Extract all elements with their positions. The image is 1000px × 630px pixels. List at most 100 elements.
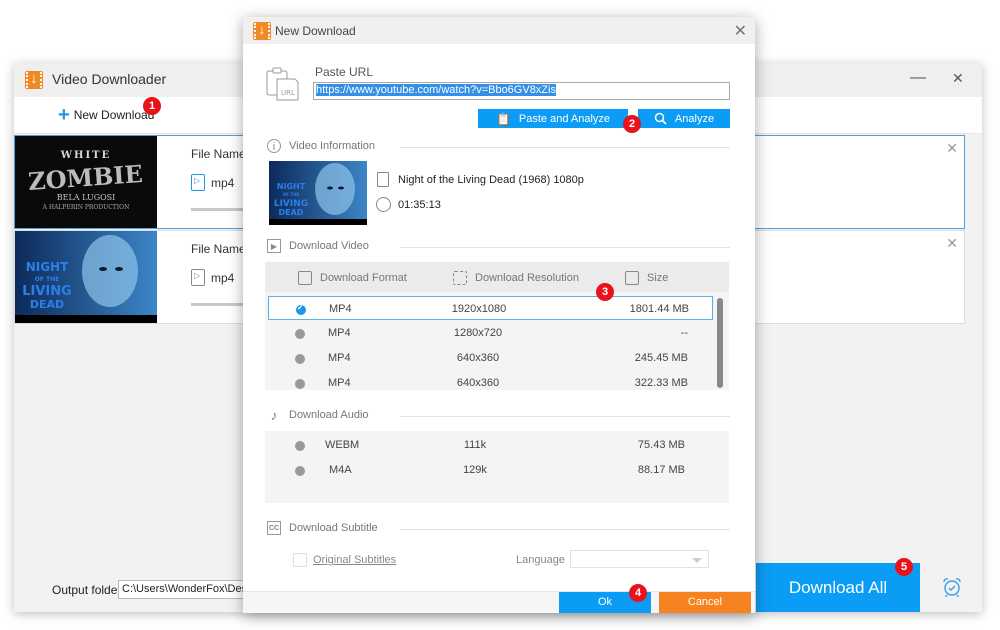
radio-icon xyxy=(295,354,305,364)
file-name-label: File Name: xyxy=(191,147,250,161)
column-header-format: Download Format xyxy=(298,271,407,285)
remove-task-button[interactable]: ✕ xyxy=(946,140,958,157)
audio-format-table: WEBM 111k 75.43 MB M4A 129k 88.17 MB xyxy=(265,431,729,503)
video-info-thumbnail: NIGHT OF THE LIVING DEAD xyxy=(269,161,367,225)
app-logo-icon: ↓ xyxy=(253,21,271,40)
language-label: Language xyxy=(516,554,565,566)
video-file-icon xyxy=(191,269,205,286)
video-format-icon xyxy=(298,271,312,285)
download-subtitle-label: Download Subtitle xyxy=(289,522,378,534)
size-cell: 88.17 MB xyxy=(637,464,685,476)
download-video-label: Download Video xyxy=(289,240,369,252)
format-label: mp4 xyxy=(211,270,235,285)
svg-text:OF THE: OF THE xyxy=(283,192,300,197)
size-cell: 75.43 MB xyxy=(637,439,685,451)
new-download-label: New Download xyxy=(73,108,155,122)
svg-text:DEAD: DEAD xyxy=(30,298,64,311)
svg-text:A HALPERIN PRODUCTION: A HALPERIN PRODUCTION xyxy=(42,204,130,211)
app-logo-icon: ↓ xyxy=(25,70,43,89)
step-badge-2: 2 xyxy=(623,115,641,133)
step-badge-3: 3 xyxy=(596,283,614,301)
bitrate-cell: 129k xyxy=(463,464,487,476)
column-header-size: Size xyxy=(625,271,668,285)
video-format-table: Download Format Download Resolution Size… xyxy=(265,262,729,390)
closed-caption-icon: CC xyxy=(267,521,281,535)
resolution-cell: 640x360 xyxy=(456,352,500,364)
download-video-header: ▶ Download Video xyxy=(267,239,369,253)
step-badge-5: 5 xyxy=(895,558,913,576)
analyze-button[interactable]: Analyze xyxy=(638,109,730,128)
window-title: Video Downloader xyxy=(52,71,167,87)
film-icon: ▶ xyxy=(267,239,281,253)
video-thumbnail: WHITE ZOMBIE BELA LUGOSI A HALPERIN PROD… xyxy=(15,136,157,228)
format-cell: MP4 xyxy=(328,327,351,339)
cancel-button[interactable]: Cancel xyxy=(659,592,751,613)
video-format-row[interactable]: MP4 640x360 322.33 MB xyxy=(268,371,713,390)
video-thumbnail: NIGHT OF THE LIVING DEAD xyxy=(15,231,157,323)
close-window-button[interactable]: ✕ xyxy=(952,70,964,87)
new-download-dialog: ↓ New Download ✕ URL Paste URL https://w… xyxy=(243,17,755,613)
video-table-scrollbar[interactable] xyxy=(717,298,723,388)
format-cell: MP4 xyxy=(328,377,351,389)
size-cell: 322.33 MB xyxy=(634,377,688,389)
svg-text:LIVING: LIVING xyxy=(22,284,72,299)
url-clipboard-icon: URL xyxy=(265,67,299,101)
music-note-icon: ♪ xyxy=(270,407,278,423)
video-format-row[interactable]: MP4 640x360 245.45 MB xyxy=(268,346,713,370)
info-icon: i xyxy=(267,139,281,153)
format-label: mp4 xyxy=(211,175,235,190)
paste-and-analyze-button[interactable]: 📋 Paste and Analyze xyxy=(478,109,628,128)
download-audio-header: ♪ Download Audio xyxy=(267,408,369,422)
format-cell: M4A xyxy=(329,464,352,476)
video-format-row[interactable]: MP4 1280x720 -- xyxy=(268,321,713,345)
plus-icon: + xyxy=(58,104,70,126)
column-label: Download Resolution xyxy=(475,272,579,284)
format-cell: MP4 xyxy=(329,303,352,315)
video-file-icon xyxy=(191,174,205,191)
output-folder-input[interactable]: C:\Users\WonderFox\Desktop xyxy=(118,580,258,599)
selected-radio-icon xyxy=(296,303,306,315)
progress-bar xyxy=(191,208,251,211)
clock-icon xyxy=(376,197,391,212)
column-label: Download Format xyxy=(320,272,407,284)
svg-text:WHITE: WHITE xyxy=(60,150,111,161)
clipboard-search-icon: 📋 xyxy=(495,111,511,126)
original-subtitles-link[interactable]: Original Subtitles xyxy=(313,554,396,566)
download-audio-label: Download Audio xyxy=(289,409,369,421)
dialog-titlebar: ↓ New Download ✕ xyxy=(243,17,755,44)
minimize-button[interactable]: — xyxy=(910,69,926,87)
format-cell: MP4 xyxy=(328,352,351,364)
download-subtitle-header: CC Download Subtitle xyxy=(267,521,378,535)
new-download-button[interactable]: + New Download xyxy=(58,105,154,125)
search-icon xyxy=(654,112,667,125)
url-input[interactable]: https://www.youtube.com/watch?v=Bbo6GV8x… xyxy=(313,82,730,100)
dialog-title: New Download xyxy=(275,24,356,38)
column-label: Size xyxy=(647,272,669,284)
video-format-row[interactable]: MP4 1920x1080 1801.44 MB xyxy=(268,296,713,320)
remove-task-button[interactable]: ✕ xyxy=(946,235,958,252)
video-duration: 01:35:13 xyxy=(398,199,441,211)
file-name-label: File Name: xyxy=(191,242,250,256)
original-subtitles-checkbox[interactable] xyxy=(293,553,307,567)
radio-icon xyxy=(295,466,305,476)
dialog-close-button[interactable]: ✕ xyxy=(734,21,747,41)
resolution-cell: 1920x1080 xyxy=(451,303,507,315)
language-select[interactable] xyxy=(570,550,709,568)
step-badge-1: 1 xyxy=(143,97,161,115)
audio-format-row[interactable]: M4A 129k 88.17 MB xyxy=(265,458,729,482)
video-information-header: i Video Information xyxy=(267,139,375,153)
radio-icon xyxy=(295,329,305,339)
audio-format-row[interactable]: WEBM 111k 75.43 MB xyxy=(265,433,729,457)
radio-icon xyxy=(295,441,305,451)
video-title: Night of the Living Dead (1968) 1080p xyxy=(398,174,584,186)
url-input-text: https://www.youtube.com/watch?v=Bbo6GV8x… xyxy=(316,84,556,96)
svg-text:DEAD: DEAD xyxy=(279,208,304,217)
output-folder-label: Output folder: xyxy=(52,583,125,597)
paste-url-label: Paste URL xyxy=(315,65,374,79)
section-divider xyxy=(400,147,730,148)
svg-text:OF THE: OF THE xyxy=(35,276,60,283)
alarm-clock-icon[interactable] xyxy=(941,576,963,598)
svg-text:URL: URL xyxy=(281,89,295,97)
resolution-cell: 640x360 xyxy=(456,377,500,389)
size-cell: 245.45 MB xyxy=(634,352,688,364)
